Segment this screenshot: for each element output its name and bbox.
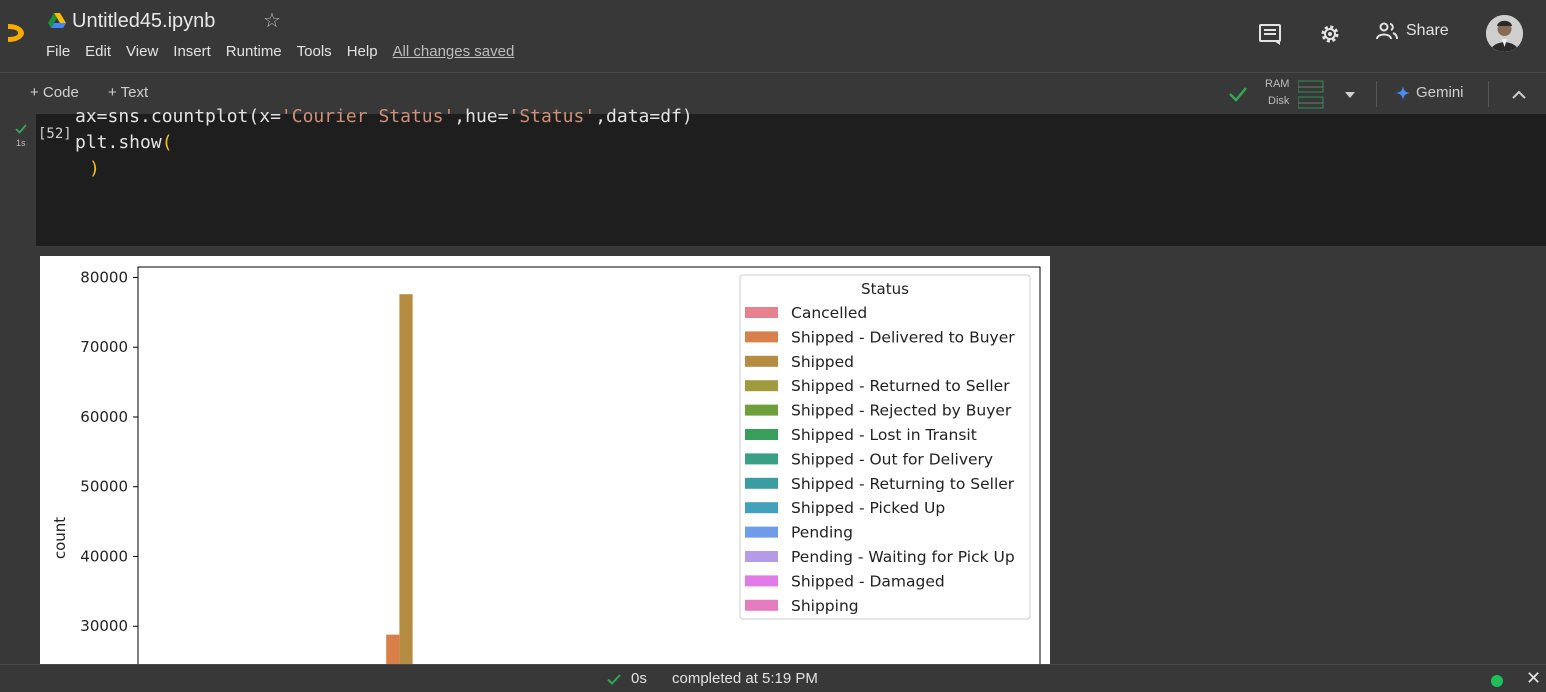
- chevron-down-icon[interactable]: [1344, 91, 1356, 99]
- legend-item-label: Cancelled: [791, 304, 867, 322]
- legend-item-label: Shipping: [791, 597, 859, 615]
- settings-gear-icon[interactable]: [1318, 22, 1342, 46]
- menu-tools[interactable]: Tools: [297, 43, 332, 60]
- legend-item-label: Shipped - Returned to Seller: [791, 377, 1010, 395]
- ram-label: RAM: [1265, 78, 1290, 90]
- save-status-link[interactable]: All changes saved: [393, 43, 515, 60]
- cell-gutter: 1s: [0, 114, 36, 246]
- share-label: Share: [1406, 22, 1449, 39]
- legend-swatch: [745, 307, 778, 318]
- exec-time: 1s: [16, 138, 26, 148]
- legend-item-label: Shipped: [791, 353, 854, 371]
- legend-item-label: Pending: [791, 524, 853, 542]
- countplot-chart: 30000 40000 50000 60000 70000 80000 count Statu…: [51, 266, 1041, 664]
- execution-count: [52]: [38, 126, 72, 142]
- legend-swatch: [745, 477, 778, 489]
- y-axis-label: count: [51, 517, 69, 559]
- y-tick-label: 40000: [80, 547, 128, 565]
- exec-duration: 0s: [631, 670, 647, 687]
- bar-shipped: [399, 294, 413, 664]
- legend-swatch: [745, 331, 778, 343]
- legend-item-label: Shipped - Rejected by Buyer: [791, 402, 1012, 420]
- add-text-button[interactable]: + Text: [108, 84, 148, 101]
- legend-item-label: Shipped - Lost in Transit: [791, 426, 977, 444]
- divider: [1376, 81, 1377, 107]
- drive-icon[interactable]: [48, 13, 66, 29]
- bar-shipped-delivered-to-buyer: [386, 634, 400, 664]
- code-line-1: ax=sns.countplot(x='Courier Status',hue=…: [75, 106, 693, 127]
- share-button[interactable]: Share: [1376, 22, 1449, 40]
- notebook-title[interactable]: Untitled45.ipynb: [72, 10, 215, 33]
- menu-bar: File Edit View Insert Runtime Tools Help…: [46, 43, 529, 60]
- y-tick-label: 30000: [80, 617, 128, 635]
- legend-swatch: [745, 551, 778, 562]
- legend-item-label: Shipped - Out for Delivery: [791, 450, 993, 468]
- legend-swatch: [745, 599, 778, 611]
- legend-swatch: [745, 502, 778, 514]
- people-icon: [1376, 22, 1398, 40]
- menu-insert[interactable]: Insert: [173, 43, 211, 60]
- legend-item-label: Pending - Waiting for Pick Up: [791, 548, 1015, 566]
- y-tick-label: 60000: [80, 408, 128, 426]
- add-code-button[interactable]: + Code: [30, 84, 79, 101]
- gemini-label: Gemini: [1416, 84, 1464, 101]
- gemini-button[interactable]: Gemini: [1396, 84, 1464, 101]
- legend-swatch: [745, 453, 778, 465]
- menu-file[interactable]: File: [46, 43, 70, 60]
- star-icon[interactable]: ☆: [263, 8, 281, 33]
- colab-logo[interactable]: [6, 20, 28, 46]
- gemini-sparkle-icon: [1396, 85, 1410, 100]
- y-tick-label: 50000: [80, 478, 128, 496]
- y-tick-label: 70000: [80, 338, 128, 356]
- code-editor[interactable]: ax=sns.countplot(x='Courier Status',hue=…: [36, 106, 1546, 246]
- chevron-up-icon[interactable]: [1512, 89, 1526, 99]
- legend-swatch: [745, 404, 778, 416]
- legend-item-label: Shipped - Returning to Seller: [791, 475, 1015, 493]
- legend-swatch: [745, 526, 778, 538]
- completed-text: completed at 5:19 PM: [672, 670, 818, 687]
- legend-title: Status: [861, 280, 909, 298]
- app-header: Untitled45.ipynb ☆ File Edit View Insert…: [0, 0, 1546, 72]
- menu-edit[interactable]: Edit: [85, 43, 111, 60]
- plot-output: 30000 40000 50000 60000 70000 80000 count Statu…: [40, 256, 1050, 664]
- legend-swatch: [745, 575, 778, 587]
- legend-swatch: [745, 380, 778, 392]
- legend-item-label: Shipped - Damaged: [791, 572, 945, 590]
- y-tick-label: 80000: [80, 268, 128, 286]
- connection-status-dot: [1491, 675, 1503, 687]
- menu-help[interactable]: Help: [347, 43, 378, 60]
- status-bar: 0s completed at 5:19 PM ✕: [0, 664, 1546, 692]
- menu-view[interactable]: View: [126, 43, 158, 60]
- code-line-3: ): [89, 158, 100, 179]
- legend-swatch: [745, 429, 778, 440]
- legend-swatch: [745, 355, 778, 367]
- menu-runtime[interactable]: Runtime: [226, 43, 282, 60]
- divider: [1488, 81, 1489, 107]
- check-icon: [607, 674, 621, 685]
- legend-box: [739, 274, 1031, 620]
- user-avatar[interactable]: [1486, 15, 1523, 52]
- code-line-2: plt.show(: [75, 132, 173, 153]
- legend-item-label: Shipped - Delivered to Buyer: [791, 328, 1015, 346]
- close-icon[interactable]: ✕: [1526, 668, 1541, 689]
- run-success-check-icon: [15, 124, 27, 134]
- connected-check-icon: [1229, 87, 1247, 102]
- comment-icon[interactable]: [1258, 22, 1282, 46]
- legend-item-label: Shipped - Picked Up: [791, 499, 945, 517]
